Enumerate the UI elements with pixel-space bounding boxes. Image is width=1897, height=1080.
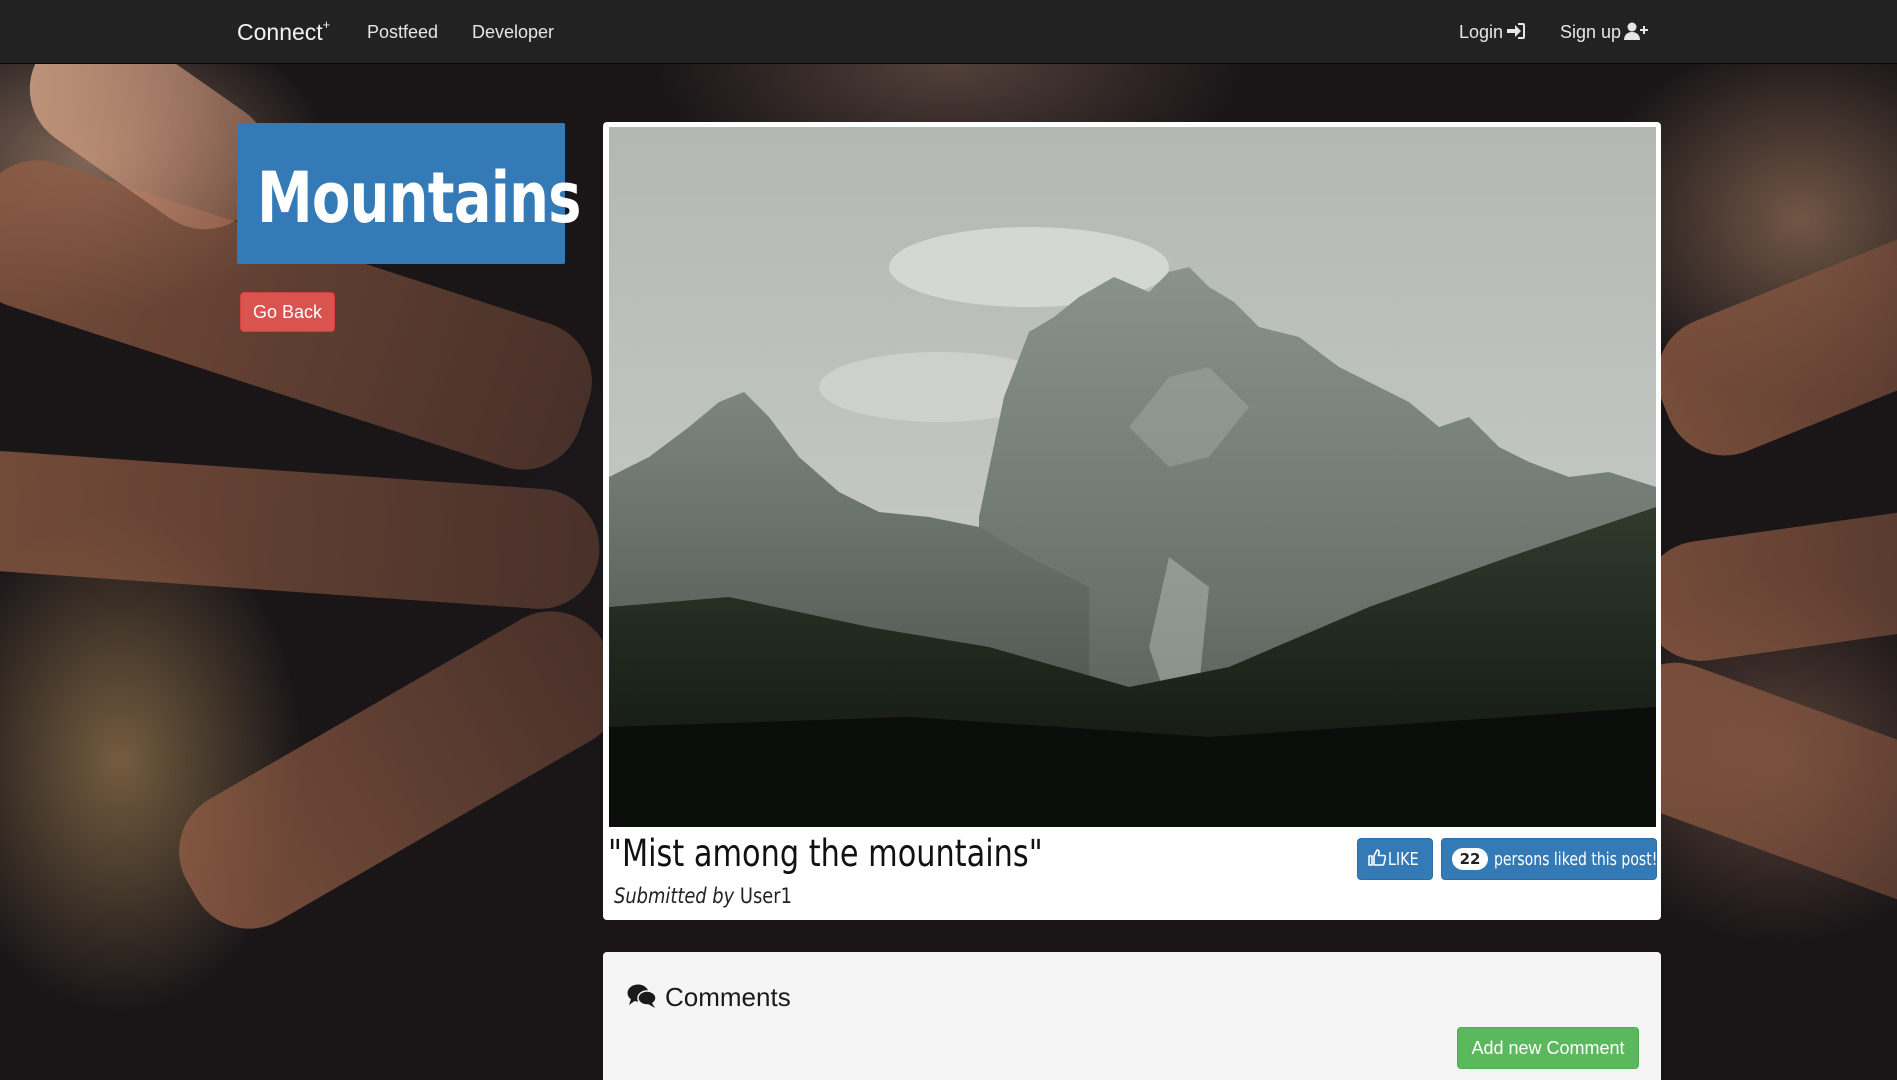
- post-card: "Mist among the mountains" Submitted by …: [603, 122, 1661, 920]
- user-plus-icon: [1624, 22, 1649, 45]
- go-back-button[interactable]: Go Back: [240, 292, 335, 332]
- navbar: Connect+ Postfeed Developer Login Sign u…: [0, 0, 1897, 64]
- sign-in-icon: [1506, 22, 1526, 45]
- submitted-by-label: Submitted by: [614, 884, 735, 908]
- nav-login[interactable]: Login: [1459, 22, 1526, 45]
- page-title-box: Mountains: [237, 123, 581, 264]
- nav-signup[interactable]: Sign up: [1560, 22, 1649, 45]
- comments-icon: [627, 983, 657, 1016]
- likes-text: persons liked this post!: [1494, 848, 1658, 870]
- add-comment-button[interactable]: Add new Comment: [1457, 1027, 1639, 1069]
- like-label: LIKE: [1387, 848, 1419, 870]
- login-label: Login: [1459, 22, 1504, 42]
- brand-logo[interactable]: Connect+: [237, 17, 331, 46]
- comments-heading: Comments: [627, 982, 791, 1016]
- signup-label: Sign up: [1560, 22, 1622, 42]
- post-submitted-by: Submitted by User1: [614, 884, 792, 908]
- like-count-badge: 22: [1451, 848, 1489, 870]
- brand-superscript: +: [322, 17, 331, 33]
- comments-title: Comments: [665, 982, 791, 1012]
- nav-postfeed[interactable]: Postfeed: [367, 22, 438, 43]
- nav-developer[interactable]: Developer: [472, 22, 554, 43]
- post-author[interactable]: User1: [740, 884, 792, 908]
- comments-panel: Comments Add new Comment: [603, 952, 1661, 1080]
- page-title: Mountains: [257, 157, 581, 239]
- post-image: [609, 127, 1656, 827]
- post-title: "Mist among the mountains": [608, 832, 1043, 875]
- like-button[interactable]: LIKE: [1357, 838, 1433, 880]
- likes-count-button[interactable]: 22 persons liked this post!: [1441, 838, 1658, 880]
- thumbs-up-icon: [1367, 848, 1386, 871]
- brand-name: Connect: [237, 19, 323, 45]
